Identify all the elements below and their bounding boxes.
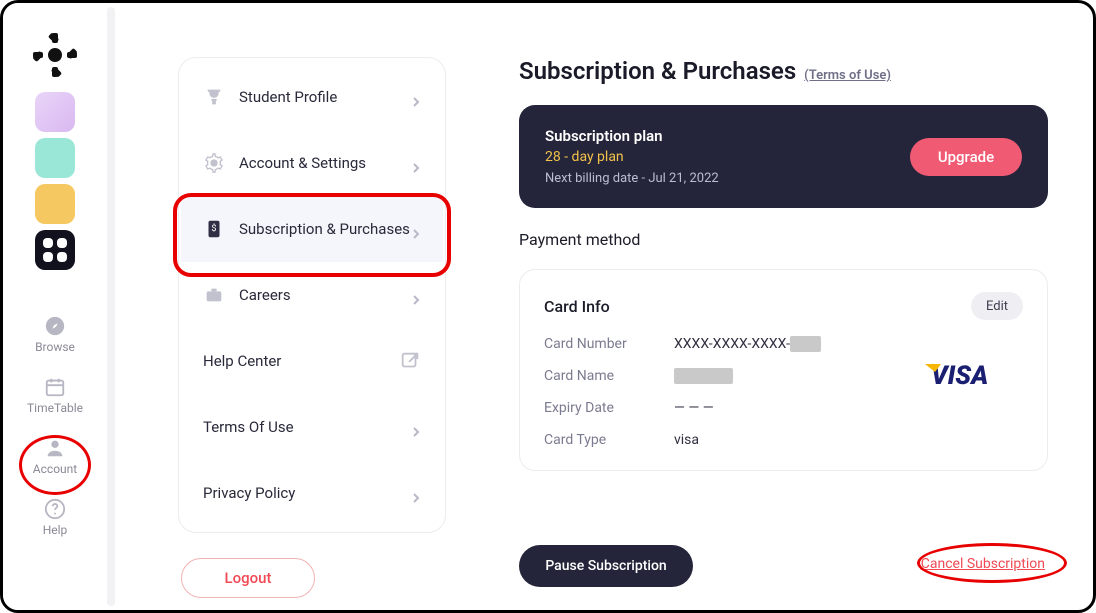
menu-label: Account & Settings [239,154,411,172]
menu-item-student-profile[interactable]: Student Profile [181,64,443,130]
chevron-right-icon [411,92,421,102]
chevron-right-icon [411,158,421,168]
page-title-row: Subscription & Purchases (Terms of Use) [519,57,1048,85]
card-expiry-value: — — — [674,400,714,416]
rail-tile-apps[interactable] [35,230,75,270]
rail-item-browse[interactable]: Browse [35,315,75,354]
external-link-icon [399,350,421,372]
rail-scrollbar[interactable] [107,7,115,606]
rail-tile-1[interactable] [35,92,75,132]
card-name-value: Redacted [674,368,733,384]
briefcase-icon [203,284,225,306]
rail-tile-2[interactable] [35,138,75,178]
terms-of-use-link[interactable]: (Terms of Use) [804,68,891,83]
menu-label: Help Center [203,352,399,370]
rail-label: TimeTable [27,401,83,415]
rail-item-help[interactable]: Help [43,498,68,537]
plan-next-billing: Next billing date - Jul 21, 2022 [545,171,910,186]
calendar-icon [44,376,66,398]
chevron-right-icon [411,290,421,300]
plan-card: Subscription plan 28 - day plan Next bil… [519,105,1048,208]
menu-label: Careers [239,286,411,304]
chevron-right-icon [411,488,421,498]
help-icon [44,498,66,520]
menu-label: Privacy Policy [203,484,411,502]
card-expiry-label: Expiry Date [544,400,674,416]
upgrade-button[interactable]: Upgrade [910,138,1022,176]
card-brand-logo: VISA [925,358,1021,390]
card-number-label: Card Number [544,336,674,352]
card-type-label: Card Type [544,432,674,448]
rail-tile-3[interactable] [35,184,75,224]
pause-subscription-button[interactable]: Pause Subscription [519,545,693,587]
annotation-ellipse-cancel [917,543,1067,583]
menu-label: Student Profile [239,88,411,106]
payment-method-heading: Payment method [519,230,1048,249]
trophy-icon [203,86,225,108]
card-info-heading: Card Info [544,297,971,316]
card-name-label: Card Name [544,368,674,384]
card-info-box: Card Info Edit Card Number XXXX-XXXX-XXX… [519,269,1048,471]
edit-card-button[interactable]: Edit [971,292,1023,320]
menu-item-terms[interactable]: Terms Of Use [181,394,443,460]
plan-subtitle: 28 - day plan [545,149,910,165]
rail-label: Help [43,523,68,537]
left-rail: Browse TimeTable Account Help [3,3,107,610]
page-title: Subscription & Purchases [519,57,796,85]
card-type-value: visa [674,432,699,448]
compass-icon [44,315,66,337]
annotation-rect-subscription [173,193,451,277]
rail-item-timetable[interactable]: TimeTable [27,376,83,415]
menu-item-privacy[interactable]: Privacy Policy [181,460,443,526]
app-logo [33,33,77,77]
plan-heading: Subscription plan [545,127,910,145]
settings-menu: Student Profile Account & Settings $ Sub… [178,57,446,533]
logout-button[interactable]: Logout [181,558,315,598]
card-number-value: XXXX-XXXX-XXXX-0077 [674,336,821,352]
menu-label: Terms Of Use [203,418,411,436]
chevron-right-icon [411,422,421,432]
menu-item-account-settings[interactable]: Account & Settings [181,130,443,196]
menu-item-help-center[interactable]: Help Center [181,328,443,394]
rail-label: Browse [35,340,75,354]
annotation-circle-account [19,435,91,495]
gear-icon [203,152,225,174]
